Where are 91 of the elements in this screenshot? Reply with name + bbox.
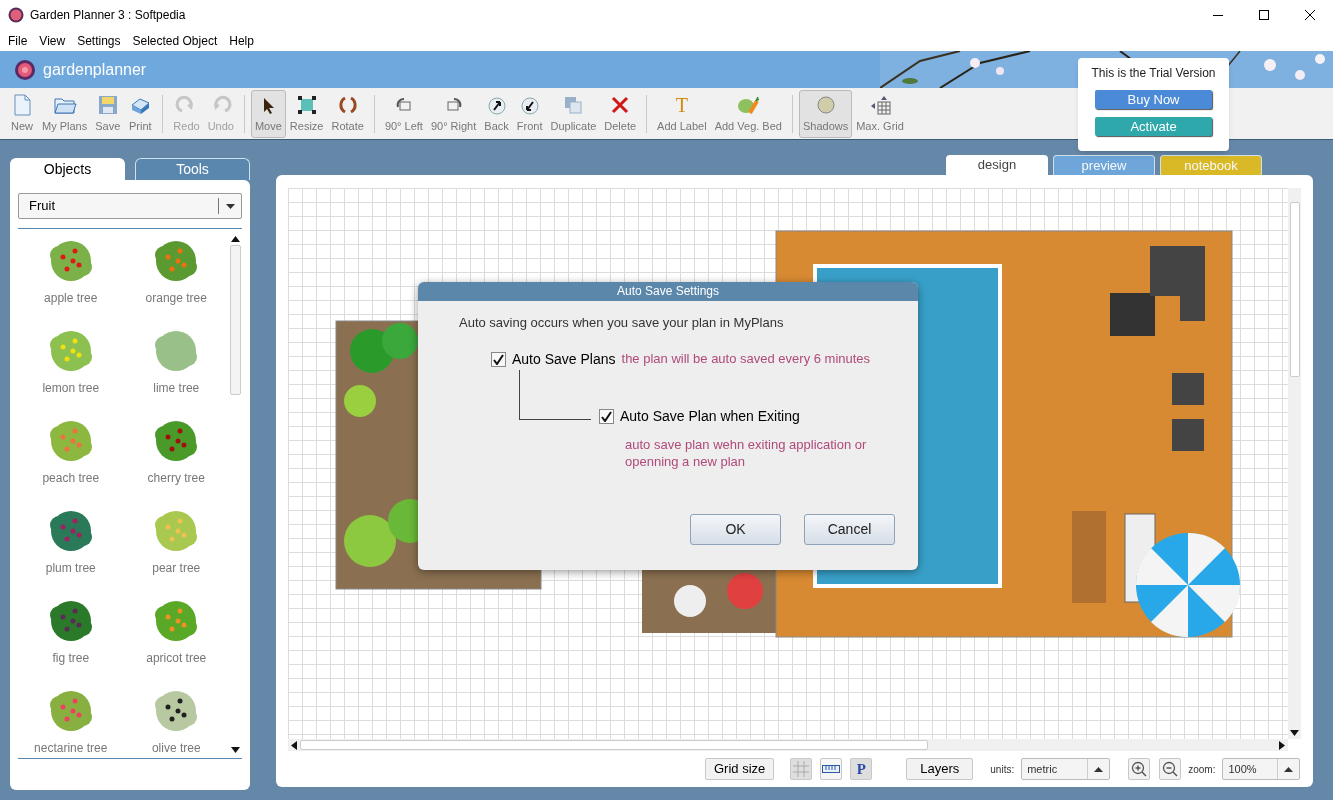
panel-tab[interactable]: Objects: [10, 158, 125, 180]
checkbox[interactable]: [491, 351, 506, 367]
scroll-up-icon: [231, 236, 240, 242]
scroll-down-icon: [1290, 730, 1299, 736]
ruler-toggle[interactable]: [820, 758, 843, 780]
toolbar-button[interactable]: Resize: [285, 89, 328, 138]
scroll-left-icon: [291, 740, 297, 750]
scroll-right-icon: [1279, 740, 1285, 750]
units-label: units:: [990, 762, 1015, 777]
panel-tab[interactable]: Tools: [134, 158, 250, 180]
flower-logo-icon: [15, 59, 35, 80]
zoom-in-icon: [1131, 761, 1148, 777]
spinner-up-icon: [1094, 766, 1104, 772]
toolbar-button[interactable]: Delete: [600, 89, 641, 138]
dialog-title: Auto Save Settings: [418, 282, 918, 301]
toolbar-button[interactable]: New: [6, 89, 38, 138]
grid-size-button[interactable]: Grid size: [705, 758, 775, 780]
connector-line: [519, 369, 591, 420]
object-label[interactable]: nectarine tree: [34, 741, 108, 755]
scrollbar-thumb[interactable]: [1289, 202, 1300, 377]
scrollbar[interactable]: [288, 739, 1288, 751]
toolbar-button[interactable]: Add Veg. Bed: [710, 89, 786, 138]
toolbar-button[interactable]: Rotate: [327, 89, 368, 138]
plant-labels-toggle[interactable]: P: [850, 758, 873, 780]
checkbox-label[interactable]: Auto Save Plans: [512, 348, 616, 370]
scrollbar-thumb[interactable]: [230, 245, 241, 395]
object-label[interactable]: apple tree: [44, 291, 98, 305]
option-note: the plan will be auto saved every 6 minutes: [621, 350, 871, 369]
toolbar-button[interactable]: Save: [91, 89, 125, 138]
zoom-in-button[interactable]: [1128, 758, 1151, 780]
toolbar-button[interactable]: 90° Right: [426, 89, 481, 138]
zoom-label: zoom:: [1188, 762, 1216, 777]
menu-item[interactable]: Settings: [71, 31, 127, 50]
object-label[interactable]: peach tree: [42, 471, 100, 485]
object-label[interactable]: plum tree: [45, 561, 96, 575]
app-logo-icon: [8, 7, 24, 23]
dialog-message: Auto saving occurs when you save your plan in MyPlans: [459, 314, 785, 332]
menu-item[interactable]: Help: [223, 31, 260, 50]
zoom-out-icon: [1162, 761, 1179, 777]
close-icon: [1305, 10, 1315, 20]
option-note: auto save plan wehn exiting application or openning a new plan: [625, 435, 868, 470]
object-label[interactable]: apricot tree: [146, 651, 207, 665]
toolbar-button[interactable]: Front: [512, 89, 547, 138]
check-icon: [493, 353, 504, 365]
checkbox-label[interactable]: Auto Save Plan when Exiting: [620, 405, 800, 427]
toolbar-button[interactable]: Back: [480, 89, 513, 138]
toolbar-button[interactable]: My Plans: [38, 89, 92, 138]
object-label[interactable]: pear tree: [152, 561, 201, 575]
check-icon: [601, 410, 612, 422]
toolbar-button[interactable]: Print: [124, 89, 157, 138]
zoom-dropdown[interactable]: 100%: [1222, 758, 1301, 780]
toolbar-button[interactable]: T Add Label: [653, 89, 711, 138]
maximize-icon: [1259, 10, 1269, 20]
grid-toggle[interactable]: [790, 758, 813, 780]
toolbar-button[interactable]: 90° Left: [380, 89, 427, 138]
object-label[interactable]: fig tree: [52, 651, 90, 665]
layers-button[interactable]: Layers: [906, 758, 974, 780]
ruler-icon: [822, 764, 841, 774]
object-label[interactable]: cherry tree: [147, 471, 205, 485]
units-dropdown[interactable]: metric: [1021, 758, 1111, 780]
toolbar-button[interactable]: Duplicate: [546, 89, 601, 138]
trial-notice: This is the Trial Version: [1091, 65, 1216, 82]
dialog-button[interactable]: Cancel: [804, 513, 895, 545]
object-label[interactable]: lime tree: [153, 381, 200, 395]
dropdown-arrow-icon: [225, 203, 235, 209]
category-dropdown[interactable]: Fruit: [18, 193, 242, 219]
view-tab[interactable]: preview: [1053, 155, 1155, 175]
grid-icon: [793, 761, 810, 777]
menu-item[interactable]: Selected Object: [126, 31, 224, 50]
scroll-down-icon: [231, 747, 240, 753]
object-label[interactable]: olive tree: [151, 741, 201, 755]
menu-item[interactable]: File: [2, 31, 34, 50]
trial-button[interactable]: Activate: [1095, 117, 1212, 136]
object-label[interactable]: lemon tree: [42, 381, 100, 395]
object-label[interactable]: orange tree: [145, 291, 207, 305]
scrollbar[interactable]: [1288, 188, 1301, 739]
window-title: Garden Planner 3 : Softpedia: [30, 7, 186, 24]
trial-button[interactable]: Buy Now: [1095, 90, 1212, 109]
spinner-up-icon: [1284, 766, 1294, 772]
view-tab[interactable]: design: [946, 155, 1048, 175]
menu-item[interactable]: View: [33, 31, 72, 50]
toolbar-button[interactable]: Move: [250, 89, 286, 138]
checkbox[interactable]: [599, 408, 614, 424]
toolbar-button[interactable]: Shadows: [798, 89, 853, 138]
letter-icon: T: [675, 92, 688, 119]
dialog-button[interactable]: OK: [690, 513, 781, 545]
zoom-out-button[interactable]: [1159, 758, 1182, 780]
scrollbar[interactable]: [229, 233, 242, 756]
scrollbar-thumb[interactable]: [300, 740, 928, 750]
brand-logo: gardenplanner: [43, 59, 147, 80]
toolbar-button[interactable]: Max. Grid: [852, 89, 908, 138]
